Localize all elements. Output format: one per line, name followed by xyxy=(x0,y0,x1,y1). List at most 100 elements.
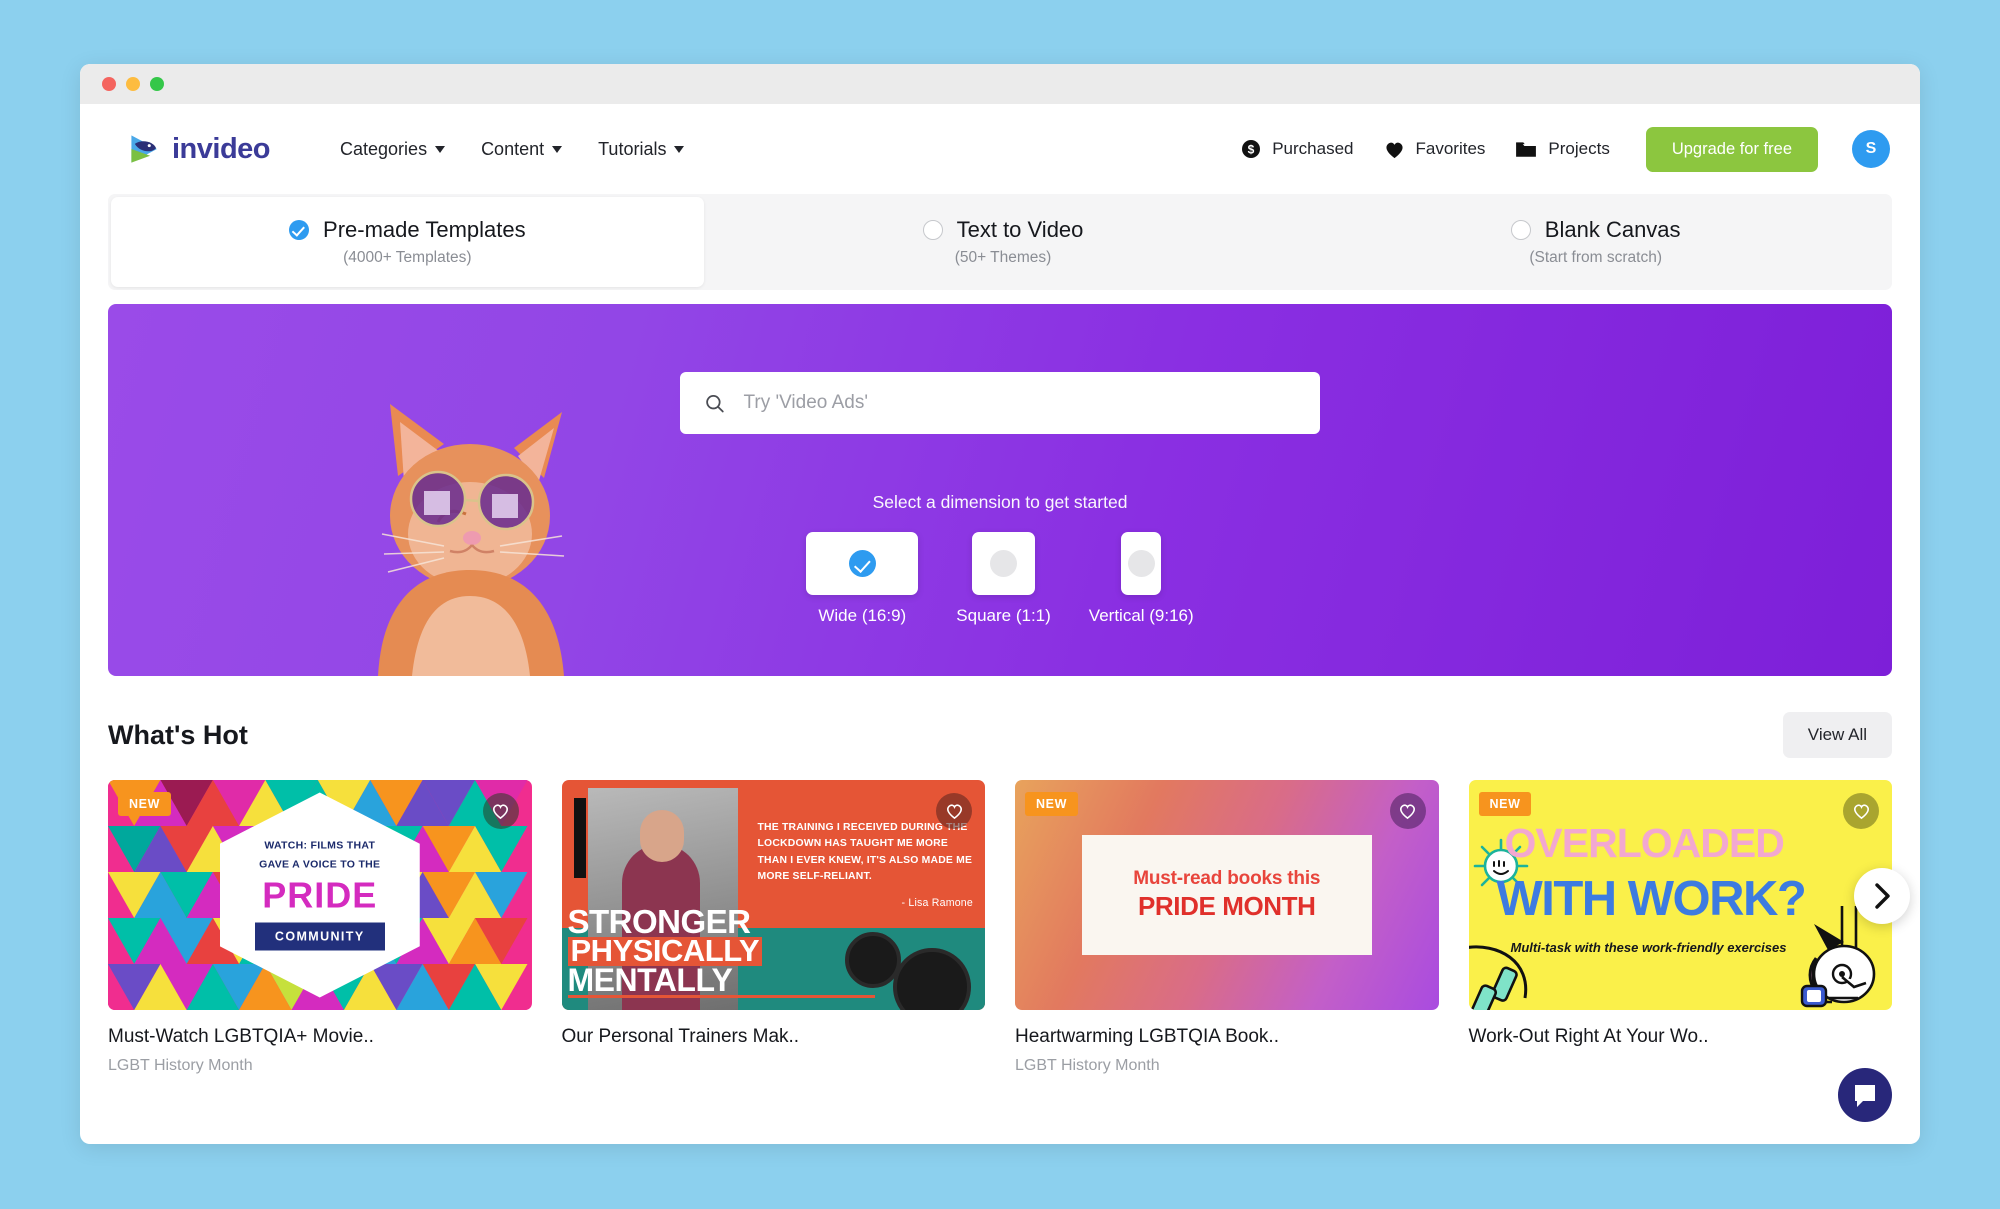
new-badge: NEW xyxy=(1478,792,1532,816)
heart-outline-icon xyxy=(1853,804,1869,820)
close-window-button[interactable] xyxy=(102,77,116,91)
mode-pre-made-templates-row: Pre-made Templates xyxy=(289,217,526,243)
template-card[interactable]: THE TRAINING I RECEIVED DURING THE LOCKD… xyxy=(561,780,985,1075)
mode-text-to-video[interactable]: Text to Video (50+ Themes) xyxy=(707,194,1300,290)
window-titlebar xyxy=(80,64,1920,104)
view-all-button[interactable]: View All xyxy=(1782,712,1892,758)
card-art-line1: Must-read books this xyxy=(1133,868,1321,889)
card-art-headline: PRIDE xyxy=(262,874,378,916)
projects-link[interactable]: Projects xyxy=(1515,139,1610,159)
mode-title-text-to-video: Text to Video xyxy=(956,217,1084,242)
favorite-button[interactable] xyxy=(1843,793,1879,829)
mode-blank-canvas-row: Blank Canvas xyxy=(1510,217,1681,243)
template-thumbnail[interactable]: NEW OVERLOADED WITH WORK? Multi-task wit… xyxy=(1468,780,1892,1010)
purchased-label: Purchased xyxy=(1272,139,1354,158)
nav-item-tutorials[interactable]: Tutorials xyxy=(598,139,685,160)
radio-unchecked-icon xyxy=(990,550,1018,577)
favorites-link[interactable]: Favorites xyxy=(1384,139,1485,159)
mode-blank-canvas[interactable]: Blank Canvas (Start from scratch) xyxy=(1299,194,1892,290)
card-art-h1: OVERLOADED xyxy=(1504,820,1785,866)
browser-window: invideo Categories Content Tutorials $ P… xyxy=(80,64,1920,1144)
nav-item-content[interactable]: Content xyxy=(481,139,563,160)
creation-mode-selector: Pre-made Templates (4000+ Templates) Tex… xyxy=(108,194,1892,290)
jump-rope-doodle-icon xyxy=(1468,945,1527,1010)
dimension-tile-vertical[interactable] xyxy=(1121,532,1162,595)
dimension-option-vertical[interactable]: Vertical (9:16) xyxy=(1089,532,1194,626)
dimension-tile-wide[interactable] xyxy=(806,532,919,595)
svg-text:$: $ xyxy=(1248,143,1255,157)
books-plaque-art: Must-read books this PRIDE MONTH xyxy=(1081,835,1372,955)
radio-unchecked-icon xyxy=(1127,550,1155,577)
mode-title-pre-made-templates: Pre-made Templates xyxy=(323,217,526,242)
template-card[interactable]: NEW WATCH: FILMS THAT GAVE A VOICE TO TH… xyxy=(108,780,532,1075)
maximize-window-button[interactable] xyxy=(150,77,164,91)
heart-outline-icon xyxy=(493,804,508,820)
hero-banner: Select a dimension to get started Wide (… xyxy=(108,304,1892,676)
nav-item-categories[interactable]: Categories xyxy=(340,138,446,160)
template-thumbnail[interactable]: NEW Must-read books this PRIDE MONTH xyxy=(1015,780,1439,1010)
template-card[interactable]: NEW OVERLOADED WITH WORK? Multi-task wit… xyxy=(1468,780,1892,1075)
projects-label: Projects xyxy=(1548,139,1610,158)
template-thumbnail[interactable]: NEW WATCH: FILMS THAT GAVE A VOICE TO TH… xyxy=(108,780,532,1010)
minimize-window-button[interactable] xyxy=(126,77,140,91)
radio-unchecked-icon[interactable] xyxy=(922,220,943,240)
nav-label-categories: Categories xyxy=(340,138,428,159)
new-badge: NEW xyxy=(118,792,171,816)
dimension-option-square[interactable]: Square (1:1) xyxy=(956,532,1051,626)
favorite-button[interactable] xyxy=(1389,793,1426,829)
card-art-tag: COMMUNITY xyxy=(254,922,385,951)
mode-text-to-video-row: Text to Video xyxy=(922,217,1084,243)
card-art-line2: GAVE A VOICE TO THE xyxy=(259,858,381,871)
main-nav: Categories Content Tutorials xyxy=(340,138,685,160)
template-card[interactable]: NEW Must-read books this PRIDE MONTH Hea… xyxy=(1015,780,1439,1075)
radio-unchecked-icon[interactable] xyxy=(1510,220,1531,240)
section-title: What's Hot xyxy=(108,719,248,750)
favorite-button[interactable] xyxy=(482,793,519,829)
card-art-line2: PRIDE MONTH xyxy=(1137,891,1316,921)
dimension-label-vertical: Vertical (9:16) xyxy=(1088,606,1194,625)
card-art-h2: WITH WORK? xyxy=(1496,872,1807,926)
card-title: Must-Watch LGBTQIA+ Movie.. xyxy=(108,1026,374,1047)
heart-outline-icon xyxy=(1400,804,1415,820)
mode-sub-pre-made-templates: (4000+ Templates) xyxy=(343,249,472,266)
dimension-tile-square[interactable] xyxy=(972,532,1036,595)
mode-title-blank-canvas: Blank Canvas xyxy=(1544,217,1681,242)
chevron-down-icon xyxy=(435,145,446,153)
card-art-quote: THE TRAINING I RECEIVED DURING THE LOCKD… xyxy=(758,820,974,911)
logo-text: invideo xyxy=(172,132,271,165)
site-header: invideo Categories Content Tutorials $ P… xyxy=(80,104,1920,194)
dimension-label-wide: Wide (16:9) xyxy=(818,606,907,625)
user-avatar[interactable]: S xyxy=(1852,130,1890,168)
invideo-logo-icon xyxy=(131,135,157,163)
template-card-grid: NEW WATCH: FILMS THAT GAVE A VOICE TO TH… xyxy=(108,780,1910,1075)
card-title: Our Personal Trainers Mak.. xyxy=(561,1026,800,1047)
mode-sub-blank-canvas: (Start from scratch) xyxy=(1529,249,1662,266)
favorite-button[interactable] xyxy=(936,793,972,829)
radio-checked-icon[interactable] xyxy=(289,220,310,240)
carousel-next-button[interactable] xyxy=(1854,868,1910,924)
upgrade-for-free-button[interactable]: Upgrade for free xyxy=(1645,126,1818,172)
template-search-box[interactable] xyxy=(680,372,1320,434)
quote-text: THE TRAINING I RECEIVED DURING THE LOCKD… xyxy=(757,822,973,883)
card-art-line1: WATCH: FILMS THAT xyxy=(264,839,376,852)
dimension-hint-label: Select a dimension to get started xyxy=(872,492,1128,512)
heart-icon xyxy=(1385,142,1403,158)
heart-outline-icon xyxy=(946,804,962,820)
card-title: Work-Out Right At Your Wo.. xyxy=(1468,1026,1709,1047)
folder-icon xyxy=(1516,142,1537,157)
header-actions: $ Purchased Favorites Projects Upgrade f… xyxy=(1241,126,1890,172)
dimension-option-wide[interactable]: Wide (16:9) xyxy=(806,532,919,626)
mode-sub-text-to-video: (50+ Themes) xyxy=(954,249,1052,266)
chat-support-button[interactable] xyxy=(1838,1068,1892,1122)
search-input[interactable] xyxy=(743,392,1296,414)
dimension-selector: Wide (16:9) Square (1:1) Vertical (9:16) xyxy=(108,532,1892,626)
cat-with-sunglasses-image xyxy=(378,404,565,676)
mode-pre-made-templates[interactable]: Pre-made Templates (4000+ Templates) xyxy=(111,197,704,287)
purchased-link[interactable]: $ Purchased xyxy=(1241,139,1354,159)
chevron-down-icon xyxy=(552,145,563,153)
whats-hot-header: What's Hot View All xyxy=(108,712,1892,758)
chevron-right-icon xyxy=(1874,883,1890,909)
invideo-logo[interactable]: invideo xyxy=(128,132,271,166)
chevron-down-icon xyxy=(674,145,685,153)
template-thumbnail[interactable]: THE TRAINING I RECEIVED DURING THE LOCKD… xyxy=(561,780,985,1010)
